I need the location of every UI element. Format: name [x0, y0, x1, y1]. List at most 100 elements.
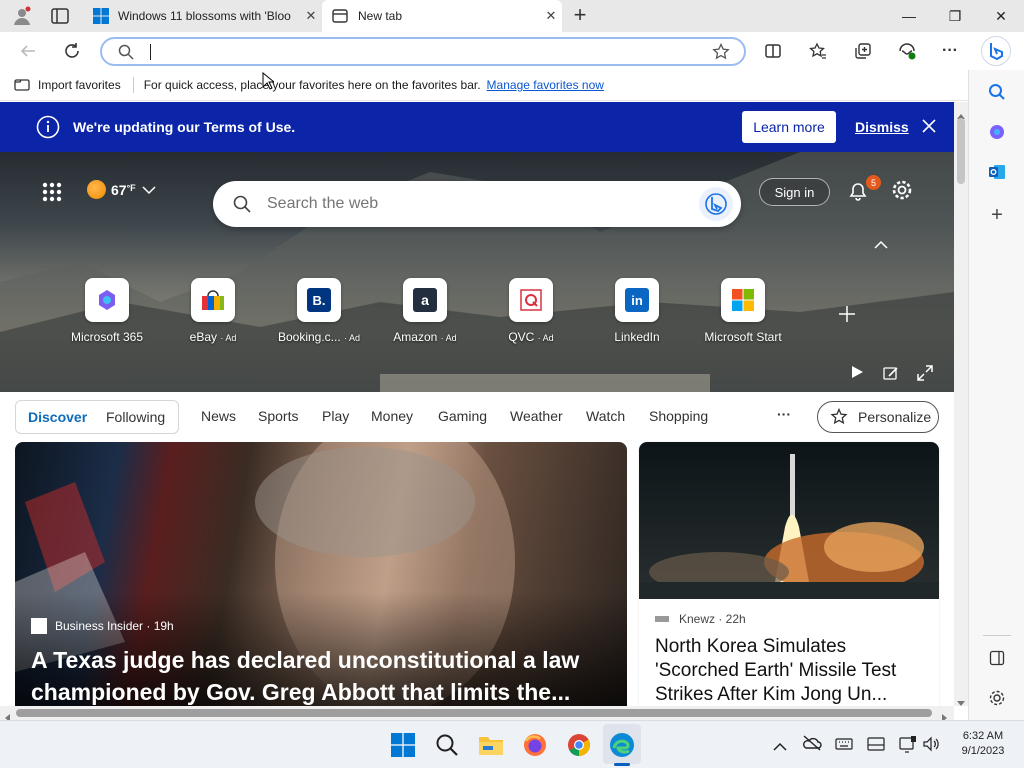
bing-copilot-icon[interactable]: [981, 36, 1011, 66]
quick-link-ebay[interactable]: eBay · Ad: [158, 278, 268, 344]
quick-link-booking[interactable]: B. Booking.c... · Ad: [264, 278, 374, 344]
amazon-logo-icon: a: [403, 278, 447, 322]
tab-title: New tab: [358, 9, 403, 23]
quick-link-label: Microsoft 365: [70, 330, 144, 344]
nav-weather[interactable]: Weather: [510, 408, 563, 424]
nav-sports[interactable]: Sports: [258, 408, 298, 424]
star-icon[interactable]: [712, 42, 730, 66]
page-settings-gear-icon[interactable]: [891, 179, 913, 206]
bing-chat-icon[interactable]: [699, 187, 733, 221]
edge-icon[interactable]: [608, 731, 636, 759]
nav-gaming[interactable]: Gaming: [438, 408, 487, 424]
vertical-scrollbar[interactable]: [954, 102, 968, 706]
scroll-thumb[interactable]: [957, 118, 965, 184]
close-notice-icon[interactable]: [921, 118, 937, 137]
onedrive-icon[interactable]: [802, 735, 822, 756]
import-favorites-button[interactable]: Import favorites: [14, 77, 121, 94]
expand-icon[interactable]: [917, 365, 933, 386]
story-headline[interactable]: A Texas judge has declared unconstitutio…: [31, 644, 611, 706]
add-quick-link-icon[interactable]: [838, 305, 856, 328]
nav-shopping[interactable]: Shopping: [649, 408, 708, 424]
new-tab-button[interactable]: +: [568, 4, 592, 28]
nav-news[interactable]: News: [201, 408, 236, 424]
nav-play[interactable]: Play: [322, 408, 349, 424]
refresh-icon[interactable]: [60, 39, 84, 63]
background-edit-icon[interactable]: [883, 365, 899, 386]
volume-icon[interactable]: [922, 735, 940, 758]
profile-avatar[interactable]: [12, 6, 32, 26]
chrome-icon[interactable]: [565, 731, 593, 759]
display-icon[interactable]: [867, 737, 885, 756]
weather-unit: °F: [126, 182, 136, 193]
keyboard-icon[interactable]: [835, 737, 853, 755]
import-favorites-label: Import favorites: [38, 78, 121, 92]
personalize-label: Personalize: [858, 409, 932, 425]
quick-link-qvc[interactable]: QVC · Ad: [476, 278, 586, 344]
weather-widget[interactable]: 67 °F: [87, 180, 156, 199]
close-window-button[interactable]: ✕: [978, 0, 1024, 32]
more-nav-button[interactable]: ···: [777, 406, 791, 422]
hide-sidebar-icon[interactable]: [985, 646, 1009, 670]
horizontal-scrollbar[interactable]: [0, 706, 954, 722]
dismiss-button[interactable]: Dismiss: [855, 119, 909, 135]
feed-navigation: Discover Following News Sports Play Mone…: [0, 392, 954, 442]
tab-windows11-article[interactable]: Windows 11 blossoms with 'Bloo ✕: [84, 0, 322, 32]
manage-favorites-link[interactable]: Manage favorites now: [487, 78, 604, 92]
quick-link-label: QVC: [508, 330, 535, 344]
tab-discover[interactable]: Discover: [28, 409, 87, 425]
start-windows-icon[interactable]: [389, 731, 417, 759]
scroll-thumb[interactable]: [16, 709, 932, 717]
network-icon[interactable]: [899, 735, 917, 758]
chevron-up-icon[interactable]: [874, 236, 888, 254]
minimize-button[interactable]: —: [886, 0, 932, 32]
back-arrow-icon[interactable]: [16, 39, 40, 63]
scroll-down-arrow-icon[interactable]: [957, 694, 965, 712]
feed-mode-switch: Discover Following: [15, 400, 179, 434]
divider: [983, 635, 1011, 636]
collections-icon[interactable]: [851, 39, 875, 63]
restore-button[interactable]: ❐: [932, 0, 978, 32]
search-icon[interactable]: [433, 731, 461, 759]
apps-grid-icon[interactable]: [42, 182, 62, 207]
system-clock[interactable]: 6:32 AM 9/1/2023: [950, 729, 1016, 759]
settings-and-more-icon[interactable]: ···: [938, 39, 962, 63]
quick-link-microsoft365[interactable]: Microsoft 365: [52, 278, 162, 344]
microsoft-logo-icon: [721, 278, 765, 322]
ad-label: · Ad: [220, 333, 237, 343]
weather-temp: 67: [111, 181, 127, 198]
web-search-box[interactable]: [213, 181, 741, 227]
web-search-input[interactable]: [267, 193, 667, 215]
story-headline[interactable]: North Korea Simulates 'Scorched Earth' M…: [655, 635, 927, 706]
sidebar-search-icon[interactable]: [985, 80, 1009, 104]
chevron-up-icon[interactable]: [773, 738, 787, 756]
tab-following[interactable]: Following: [106, 409, 165, 425]
main-news-card[interactable]: Business Insider · 19h A Texas judge has…: [15, 442, 627, 706]
address-bar[interactable]: [100, 37, 746, 66]
tab-new-tab[interactable]: New tab ✕: [322, 0, 562, 32]
favorites-icon[interactable]: [806, 39, 830, 63]
browser-essentials-icon[interactable]: [895, 39, 919, 63]
outlook-icon[interactable]: [985, 160, 1009, 184]
nav-watch[interactable]: Watch: [586, 408, 625, 424]
ad-label: · Ad: [440, 333, 457, 343]
quick-link-microsoft-start[interactable]: Microsoft Start: [688, 278, 798, 344]
play-icon[interactable]: [850, 365, 864, 384]
learn-more-button[interactable]: Learn more: [742, 111, 836, 143]
tab-close-button[interactable]: ✕: [540, 8, 562, 24]
firefox-icon[interactable]: [521, 731, 549, 759]
side-news-card[interactable]: Knewz · 22h North Korea Simulates 'Scorc…: [639, 442, 939, 706]
file-explorer-icon[interactable]: [477, 731, 505, 759]
personalize-button[interactable]: Personalize: [817, 401, 939, 433]
quick-link-label: Microsoft Start: [704, 330, 782, 344]
tab-actions-icon[interactable]: [50, 7, 70, 25]
divider: [132, 77, 134, 93]
quick-link-amazon[interactable]: a Amazon · Ad: [370, 278, 480, 344]
quick-link-linkedin[interactable]: in LinkedIn: [582, 278, 692, 344]
microsoft365-icon[interactable]: [985, 120, 1009, 144]
sidebar-settings-icon[interactable]: [985, 686, 1009, 710]
sign-in-button[interactable]: Sign in: [759, 178, 830, 206]
tab-close-button[interactable]: ✕: [300, 8, 322, 24]
nav-money[interactable]: Money: [371, 408, 413, 424]
add-sidebar-item-icon[interactable]: +: [985, 203, 1009, 227]
split-screen-icon[interactable]: [761, 39, 785, 63]
